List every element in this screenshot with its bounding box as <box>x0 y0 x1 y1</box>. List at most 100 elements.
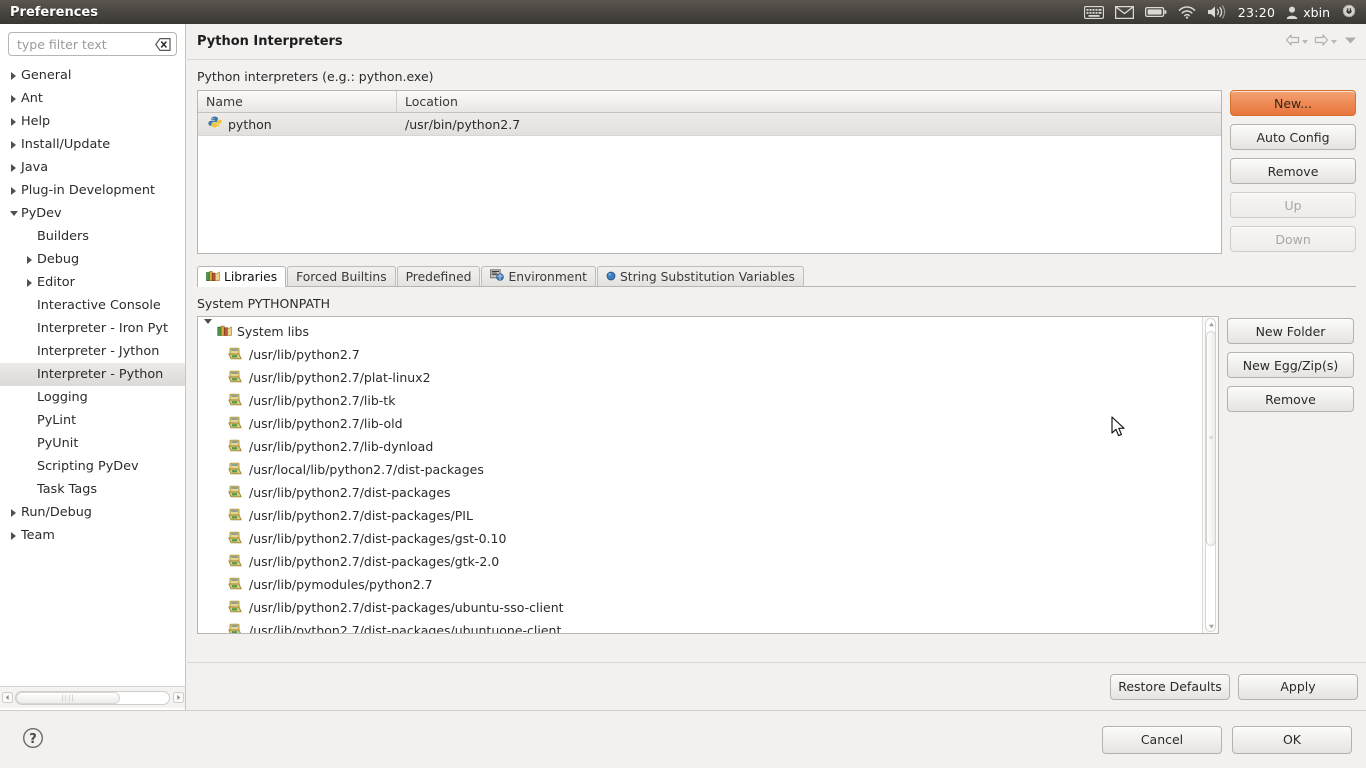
library-path-item[interactable]: /usr/lib/python2.7 <box>198 343 1202 366</box>
library-path-item[interactable]: /usr/lib/python2.7/plat-linux2 <box>198 366 1202 389</box>
twisty-collapsed-icon[interactable] <box>6 140 21 149</box>
libraries-vscroll-thumb[interactable]: ≡ <box>1206 331 1216 546</box>
footer-buttons: Cancel OK <box>1102 725 1366 754</box>
library-path-item[interactable]: /usr/lib/python2.7/dist-packages/gst-0.1… <box>198 527 1202 550</box>
new-button[interactable]: New... <box>1230 90 1356 116</box>
new-folder-button[interactable]: New Folder <box>1227 318 1354 344</box>
twisty-collapsed-icon[interactable] <box>22 278 37 287</box>
library-path-item[interactable]: /usr/lib/pymodules/python2.7 <box>198 573 1202 596</box>
table-row[interactable]: python/usr/bin/python2.7 <box>198 113 1222 136</box>
scroll-right-icon[interactable] <box>171 691 185 705</box>
library-path-item[interactable]: /usr/lib/python2.7/lib-tk <box>198 389 1202 412</box>
twisty-collapsed-icon[interactable] <box>6 531 21 540</box>
sidebar-item-java[interactable]: Java <box>0 156 185 179</box>
battery-icon[interactable] <box>1144 6 1167 18</box>
ok-button[interactable]: OK <box>1232 725 1352 754</box>
sidebar-item-general[interactable]: General <box>0 64 185 87</box>
libraries-tree[interactable]: System libs /usr/lib/python2.7 /usr/lib/… <box>198 317 1202 633</box>
sidebar-item-scripting-pydev[interactable]: Scripting PyDev <box>0 455 185 478</box>
sidebar-item-label: Logging <box>37 390 88 405</box>
twisty-collapsed-icon[interactable] <box>6 508 21 517</box>
sidebar-item-plug-in-development[interactable]: Plug-in Development <box>0 179 185 202</box>
tab-predefined[interactable]: Predefined <box>396 266 481 286</box>
sidebar-hscroll-thumb[interactable]: |||| <box>16 691 120 704</box>
cancel-button[interactable]: Cancel <box>1102 725 1222 754</box>
keyboard-icon[interactable] <box>1083 5 1104 19</box>
twisty-collapsed-icon[interactable] <box>6 71 21 80</box>
remove-button[interactable]: Remove <box>1227 386 1354 412</box>
twisty-expanded-icon[interactable] <box>204 319 212 339</box>
power-gear-icon[interactable] <box>1341 4 1357 20</box>
sidebar-item-debug[interactable]: Debug <box>0 248 185 271</box>
sidebar-hscrollbar[interactable]: |||| <box>0 686 186 708</box>
clear-icon[interactable] <box>155 37 171 51</box>
apply-button[interactable]: Apply <box>1238 673 1358 700</box>
tab-libraries[interactable]: Libraries <box>197 266 287 287</box>
interpreters-table[interactable]: Name Location python/usr/bin/python2.7 <box>197 90 1223 254</box>
tab-string-substitution-variables[interactable]: String Substitution Variables <box>596 266 804 286</box>
scroll-up-icon[interactable] <box>1206 319 1216 329</box>
sidebar-item-pyunit[interactable]: PyUnit <box>0 432 185 455</box>
tab-environment[interactable]: Environment <box>481 266 596 286</box>
library-path-item[interactable]: /usr/local/lib/python2.7/dist-packages <box>198 458 1202 481</box>
sidebar-item-logging[interactable]: Logging <box>0 386 185 409</box>
volume-icon[interactable] <box>1207 5 1227 19</box>
filter-box[interactable]: type filter text <box>8 32 177 56</box>
column-header-name[interactable]: Name <box>198 91 397 112</box>
back-arrow-icon[interactable] <box>1285 34 1300 49</box>
sidebar-item-editor[interactable]: Editor <box>0 271 185 294</box>
library-root-node[interactable]: System libs <box>198 319 1202 343</box>
new-egg-zip-s-button[interactable]: New Egg/Zip(s) <box>1227 352 1354 378</box>
sidebar-item-interpreter-python[interactable]: Interpreter - Python <box>0 363 185 386</box>
clock[interactable]: 23:20 <box>1238 5 1276 20</box>
scroll-left-icon[interactable] <box>0 691 14 705</box>
sidebar-item-help[interactable]: Help <box>0 110 185 133</box>
auto-config-button[interactable]: Auto Config <box>1230 124 1356 150</box>
library-folder-icon <box>228 600 242 612</box>
twisty-collapsed-icon[interactable] <box>6 94 21 103</box>
forward-arrow-icon[interactable] <box>1314 34 1329 49</box>
twisty-collapsed-icon[interactable] <box>6 186 21 195</box>
library-path-item[interactable]: /usr/lib/python2.7/dist-packages/ubuntuo… <box>198 619 1202 633</box>
restore-defaults-button[interactable]: Restore Defaults <box>1110 673 1230 700</box>
sidebar-item-team[interactable]: Team <box>0 524 185 547</box>
sidebar-item-task-tags[interactable]: Task Tags <box>0 478 185 501</box>
forward-nav-group[interactable] <box>1314 34 1337 49</box>
twisty-collapsed-icon[interactable] <box>6 117 21 126</box>
twisty-expanded-icon[interactable] <box>6 211 21 216</box>
user-menu[interactable]: xbin <box>1286 5 1330 20</box>
libraries-vscrollbar[interactable]: ≡ <box>1202 317 1218 633</box>
column-header-location[interactable]: Location <box>397 91 1221 112</box>
tab-forced-builtins[interactable]: Forced Builtins <box>287 266 396 286</box>
sidebar-item-pydev[interactable]: PyDev <box>0 202 185 225</box>
sidebar-item-ant[interactable]: Ant <box>0 87 185 110</box>
library-path-item[interactable]: /usr/lib/python2.7/lib-old <box>198 412 1202 435</box>
sidebar-item-interpreter-jython[interactable]: Interpreter - Jython <box>0 340 185 363</box>
sidebar-item-label: Interactive Console <box>37 298 161 313</box>
library-folder-icon <box>228 370 242 386</box>
wifi-icon[interactable] <box>1178 5 1196 19</box>
library-path-item[interactable]: /usr/lib/python2.7/dist-packages/ubuntu-… <box>198 596 1202 619</box>
sidebar-item-run-debug[interactable]: Run/Debug <box>0 501 185 524</box>
remove-button[interactable]: Remove <box>1230 158 1356 184</box>
mail-icon[interactable] <box>1114 5 1134 19</box>
sidebar-item-install-update[interactable]: Install/Update <box>0 133 185 156</box>
libraries-box[interactable]: System libs /usr/lib/python2.7 /usr/lib/… <box>197 316 1219 634</box>
sidebar-item-pylint[interactable]: PyLint <box>0 409 185 432</box>
back-nav-group[interactable] <box>1285 34 1308 49</box>
view-menu-icon[interactable] <box>1343 34 1358 49</box>
library-path-item[interactable]: /usr/lib/python2.7/dist-packages/gtk-2.0 <box>198 550 1202 573</box>
chevron-down-icon[interactable] <box>1302 39 1308 44</box>
sidebar-item-interactive-console[interactable]: Interactive Console <box>0 294 185 317</box>
twisty-collapsed-icon[interactable] <box>22 255 37 264</box>
chevron-down-icon[interactable] <box>1331 39 1337 44</box>
library-path-item[interactable]: /usr/lib/python2.7/dist-packages/PIL <box>198 504 1202 527</box>
library-path-item[interactable]: /usr/lib/python2.7/lib-dynload <box>198 435 1202 458</box>
sidebar-hscroll-track[interactable]: |||| <box>15 690 170 705</box>
library-path-item[interactable]: /usr/lib/python2.7/dist-packages <box>198 481 1202 504</box>
twisty-collapsed-icon[interactable] <box>6 163 21 172</box>
help-icon[interactable]: ? <box>22 727 44 752</box>
sidebar-item-builders[interactable]: Builders <box>0 225 185 248</box>
sidebar-item-interpreter-iron-pyt[interactable]: Interpreter - Iron Pyt <box>0 317 185 340</box>
scroll-down-icon[interactable] <box>1206 621 1216 631</box>
